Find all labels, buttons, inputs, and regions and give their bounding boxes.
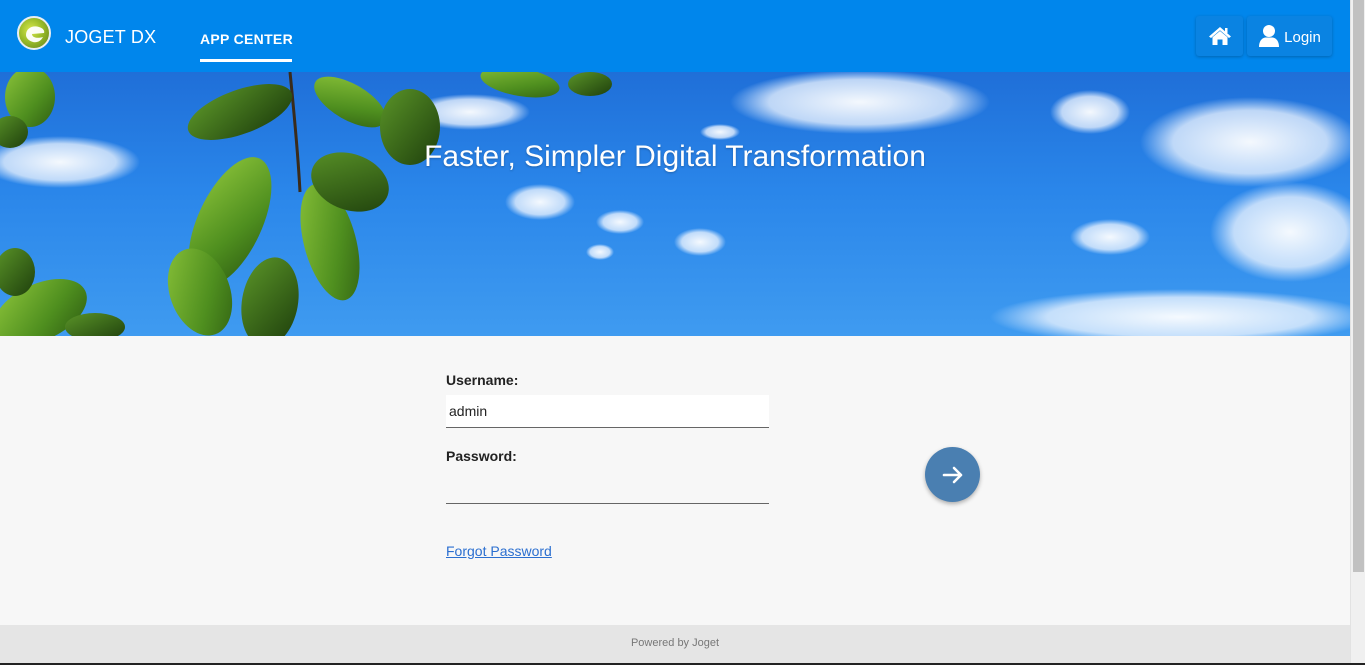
- sky-leaves-illustration: [0, 72, 1350, 336]
- home-button[interactable]: [1196, 16, 1243, 56]
- forgot-password-link[interactable]: Forgot Password: [446, 543, 552, 559]
- password-input[interactable]: [446, 471, 769, 504]
- hero-title: Faster, Simpler Digital Transformation: [0, 140, 1350, 174]
- home-icon: [1208, 27, 1231, 45]
- active-tab-indicator: [200, 59, 292, 62]
- page: JOGET DX APP CENTER Login Faster, Simple…: [0, 0, 1365, 665]
- login-submit-button[interactable]: [925, 447, 980, 502]
- footer-text: Powered by Joget: [630, 637, 720, 649]
- username-input[interactable]: [446, 395, 769, 428]
- scrollbar-thumb[interactable]: [1353, 0, 1364, 572]
- login-label: Login: [1284, 29, 1321, 46]
- username-label: Username:: [446, 372, 519, 388]
- hero-title-text: Faster, Simpler Digital Transformation: [424, 140, 926, 173]
- footer: Powered by Joget: [0, 625, 1350, 663]
- hero-banner: Faster, Simpler Digital Transformation: [0, 72, 1350, 336]
- brand-name[interactable]: JOGET DX: [65, 27, 156, 48]
- login-form: Username: Password: Forgot Password: [0, 336, 1350, 625]
- password-label: Password:: [446, 448, 517, 464]
- tab-app-center[interactable]: APP CENTER: [200, 31, 293, 47]
- joget-logo[interactable]: [17, 16, 51, 50]
- joget-logo-icon: [26, 26, 45, 43]
- vertical-scrollbar[interactable]: [1350, 0, 1365, 663]
- login-button[interactable]: Login: [1247, 16, 1332, 56]
- user-icon: [1259, 25, 1280, 47]
- top-navbar: JOGET DX APP CENTER Login: [0, 0, 1350, 72]
- arrow-right-icon: [942, 466, 962, 483]
